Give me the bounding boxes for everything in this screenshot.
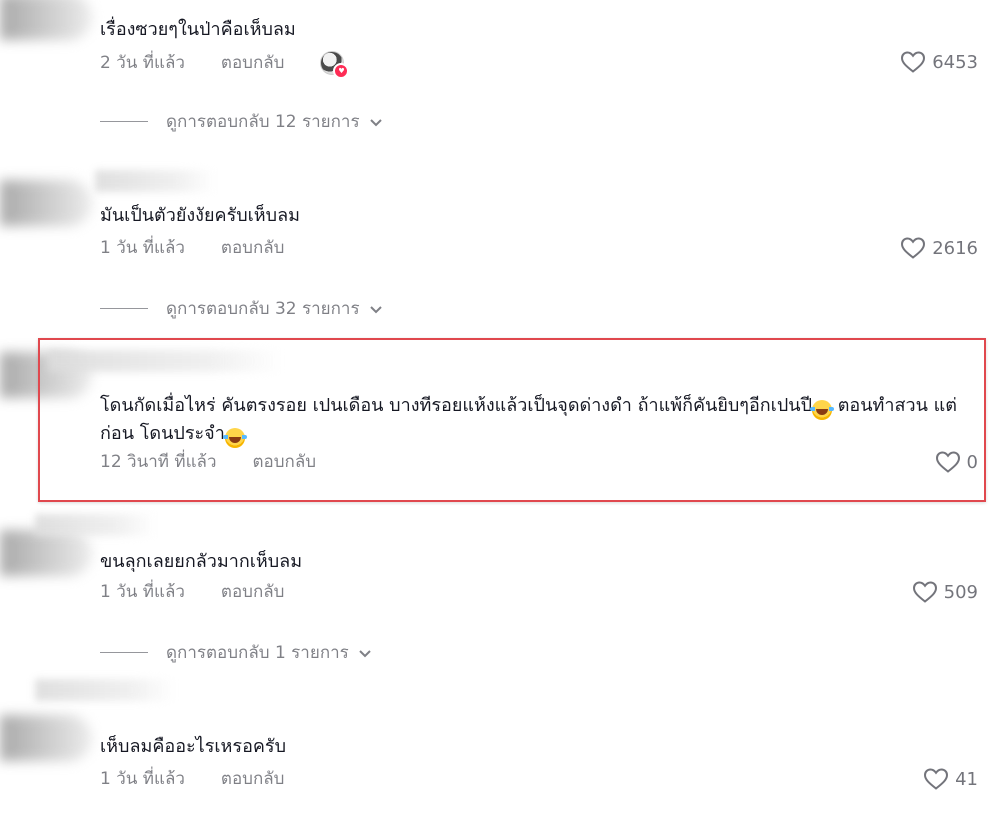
comment-timestamp: 1 วัน ที่แล้ว [100,582,185,602]
username[interactable] [35,679,175,701]
comment-text: ขนลุกเลยยกลัวมากเห็บลม [100,551,303,572]
like-button[interactable]: 2616 [900,236,978,260]
comment-timestamp: 2 วัน ที่แล้ว [100,53,185,73]
like-count: 41 [955,768,978,790]
comment-timestamp: 1 วัน ที่แล้ว [100,238,185,258]
comment-text-part: โดนกัดเมื่อไหร่ คันตรงรอย เปนเดือน บางที… [100,395,812,416]
comment-item: มันเป็นตัวยังงัยครับเห็บลม 1 วัน ที่แล้ว… [0,150,1000,330]
comment-meta: 1 วัน ที่แล้ว ตอบกลับ [100,237,284,259]
reply-button[interactable]: ตอบกลับ [221,581,285,603]
comment-meta: 1 วัน ที่แล้ว ตอบกลับ [100,768,284,790]
creator-liked-badge: ♥ [320,51,350,79]
view-replies-button[interactable]: ดูการตอบกลับ 12 รายการ [100,108,384,135]
heart-outline-icon [901,237,926,259]
avatar[interactable] [0,180,92,226]
reply-button[interactable]: ตอบกลับ [221,768,285,790]
comment-timestamp: 12 วินาที ที่แล้ว [100,452,217,472]
like-count: 509 [943,581,978,603]
comment-meta: 12 วินาที ที่แล้ว ตอบกลับ [100,451,316,473]
heart-outline-icon [935,451,960,473]
avatar[interactable] [0,715,92,761]
comment-item: เรื่องซวยๆในป่าคือเห็บลม 2 วัน ที่แล้ว ต… [0,0,1000,150]
reply-button[interactable]: ตอบกลับ [253,451,317,473]
like-count: 2616 [932,237,978,259]
comment-text: เรื่องซวยๆในป่าคือเห็บลม [100,19,296,40]
avatar[interactable] [0,530,92,576]
chevron-down-icon [369,118,382,126]
username[interactable] [48,350,283,372]
laughing-emoji-icon: x [810,400,834,420]
reply-button[interactable]: ตอบกลับ [221,52,285,74]
username[interactable] [35,514,155,536]
comment-item: เห็บลมคืออะไรเหรอครับ 1 วัน ที่แล้ว ตอบก… [0,675,1000,818]
chevron-down-icon [369,305,382,313]
comment-text: โดนกัดเมื่อไหร่ คันตรงรอย เปนเดือน บางที… [100,392,975,448]
view-replies-label: ดูการตอบกลับ 1 รายการ [166,643,349,663]
like-button[interactable]: 41 [923,767,978,791]
heart-outline-icon [901,51,926,73]
like-button[interactable]: 0 [935,450,978,474]
view-replies-label: ดูการตอบกลับ 32 รายการ [166,299,360,319]
username[interactable] [95,170,215,192]
comment-text: เห็บลมคืออะไรเหรอครับ [100,736,287,757]
like-count: 0 [966,451,978,473]
heart-badge-icon: ♥ [333,63,350,79]
chevron-down-icon [359,649,371,657]
view-replies-label: ดูการตอบกลับ 12 รายการ [166,112,360,132]
divider [100,121,148,122]
reply-button[interactable]: ตอบกลับ [221,237,285,259]
comment-item: ขนลุกเลยยกลัวมากเห็บลม 1 วัน ที่แล้ว ตอบ… [0,510,1000,675]
heart-outline-icon [912,581,937,603]
avatar[interactable] [0,0,92,40]
comment-timestamp: 1 วัน ที่แล้ว [100,769,185,789]
divider [100,652,148,653]
comment-item: โดนกัดเมื่อไหร่ คันตรงรอย เปนเดือน บางที… [0,330,1000,510]
like-count: 6453 [932,51,978,73]
like-button[interactable]: 6453 [900,50,978,74]
heart-outline-icon [924,768,949,790]
comment-meta: 1 วัน ที่แล้ว ตอบกลับ [100,581,284,603]
comment-text: มันเป็นตัวยังงัยครับเห็บลม [100,205,300,226]
view-replies-button[interactable]: ดูการตอบกลับ 32 รายการ [100,295,384,322]
like-button[interactable]: 509 [912,580,978,604]
laughing-emoji-icon: x [222,428,247,448]
comment-meta: 2 วัน ที่แล้ว ตอบกลับ ♥ [100,51,350,79]
divider [100,308,148,309]
view-replies-button[interactable]: ดูการตอบกลับ 1 รายการ [100,639,373,666]
